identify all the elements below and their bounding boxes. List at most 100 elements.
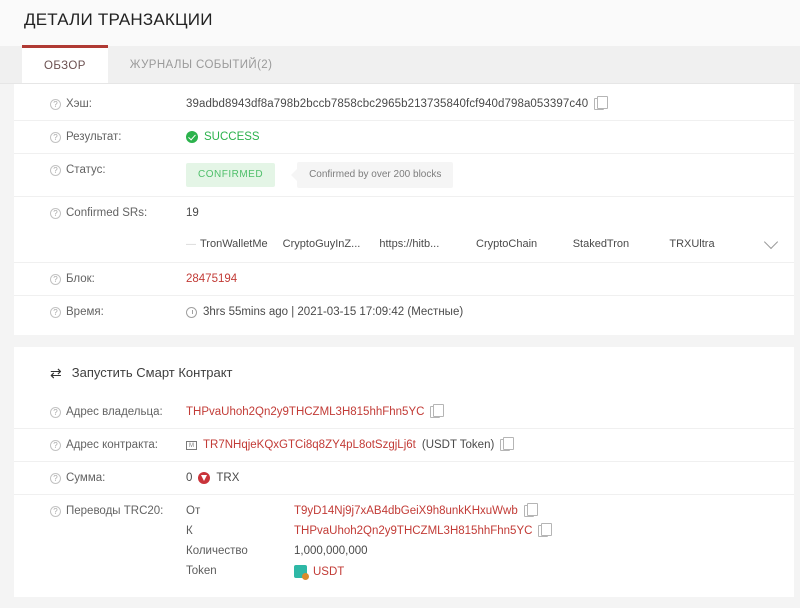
clock-icon bbox=[186, 306, 197, 318]
label-time-text: Время: bbox=[66, 306, 104, 318]
help-icon[interactable]: ? bbox=[50, 273, 61, 285]
row-amount: ? Сумма: 0 TRX bbox=[14, 462, 794, 495]
row-sr-list: — TronWalletMe CryptoGuyInZ... https://h… bbox=[14, 230, 794, 263]
page-title: ДЕТАЛИ ТРАНЗАКЦИИ bbox=[24, 10, 213, 29]
sr-item-label: TRXUltra bbox=[669, 238, 715, 250]
status-badge: CONFIRMED bbox=[186, 163, 276, 187]
label-amount-text: Сумма: bbox=[66, 472, 106, 484]
transfer-token-row: Token USDT bbox=[186, 563, 548, 583]
help-icon[interactable]: ? bbox=[50, 472, 61, 484]
trc20-transfer-details: От T9yD14Nj9j7xAB4dbGeiX9h8unkKHxuWwb К … bbox=[186, 503, 553, 583]
sr-item[interactable]: TRXUltra bbox=[669, 238, 766, 250]
sr-bullet-icon: — bbox=[186, 238, 196, 250]
contract-heading: ⇄ Запустить Смарт Контракт bbox=[14, 361, 794, 396]
trx-token-icon bbox=[198, 472, 211, 484]
label-owner-address-text: Адрес владельца: bbox=[66, 406, 163, 418]
transfer-to-row: К THPvaUhoh2Qn2y9THCZML3H815hhFhn5YC bbox=[186, 523, 553, 543]
label-contract-address: ? Адрес контракта: bbox=[14, 437, 186, 453]
sr-item[interactable]: CryptoChain bbox=[476, 238, 573, 250]
sr-item-label: CryptoGuyInZ... bbox=[282, 238, 361, 250]
copy-icon[interactable] bbox=[538, 523, 553, 537]
transfer-quantity-row: Количество 1,000,000,000 bbox=[186, 543, 548, 563]
sr-item-label: StakedTron bbox=[572, 238, 630, 250]
label-result-text: Результат: bbox=[66, 131, 122, 143]
tab-bar: ОБЗОР ЖУРНАЛЫ СОБЫТИЙ(2) bbox=[0, 45, 800, 84]
block-link[interactable]: 28475194 bbox=[186, 271, 237, 287]
transfer-from-label: От bbox=[186, 505, 201, 517]
tab-overview[interactable]: ОБЗОР bbox=[22, 45, 108, 83]
help-icon[interactable]: ? bbox=[50, 207, 61, 219]
usdt-token-icon bbox=[294, 565, 309, 580]
value-time: 3hrs 55mins ago | 2021-03-15 17:09:42 (М… bbox=[186, 304, 463, 320]
chevron-down-icon[interactable] bbox=[763, 234, 779, 250]
sr-item[interactable]: CryptoGuyInZ... bbox=[283, 238, 380, 250]
value-result: SUCCESS bbox=[186, 129, 260, 145]
contract-heading-label: Запустить Смарт Контракт bbox=[71, 365, 233, 380]
row-hash: ? Хэш: 39adbd8943df8a798b2bccb7858cbc296… bbox=[14, 88, 794, 121]
status-success: SUCCESS bbox=[186, 129, 260, 145]
transfer-quantity-value: 1,000,000,000 bbox=[294, 545, 368, 557]
label-contract-address-text: Адрес контракта: bbox=[66, 439, 158, 451]
transfer-from-row: От T9yD14Nj9j7xAB4dbGeiX9h8unkKHxuWwb bbox=[186, 503, 548, 523]
swap-arrows-icon: ⇄ bbox=[50, 364, 62, 381]
row-result: ? Результат: SUCCESS bbox=[14, 121, 794, 154]
label-confirmed-srs-text: Confirmed SRs: bbox=[66, 207, 148, 219]
owner-address-link[interactable]: THPvaUhoh2Qn2y9THCZML3H815hhFhn5YC bbox=[186, 404, 424, 420]
transfer-to-link[interactable]: THPvaUhoh2Qn2y9THCZML3H815hhFhn5YC bbox=[294, 525, 532, 537]
help-icon[interactable]: ? bbox=[50, 131, 61, 143]
value-contract-address: M TR7NHqjeKQxGTCi8q8ZY4pL8otSzgjLj6t (US… bbox=[186, 437, 515, 453]
copy-icon[interactable] bbox=[594, 96, 609, 110]
label-trc20-transfers: ? Переводы TRC20: bbox=[14, 503, 186, 519]
label-result: ? Результат: bbox=[14, 129, 186, 145]
row-confirmed-srs: ? Confirmed SRs: 19 bbox=[14, 197, 794, 230]
transfer-token-link[interactable]: USDT bbox=[313, 566, 344, 578]
copy-icon[interactable] bbox=[430, 404, 445, 418]
amount-value: 0 bbox=[186, 472, 193, 484]
help-icon[interactable]: ? bbox=[50, 406, 61, 418]
value-block: 28475194 bbox=[186, 271, 237, 287]
copy-icon[interactable] bbox=[500, 437, 515, 451]
transfer-to-value-wrap: THPvaUhoh2Qn2y9THCZML3H815hhFhn5YC bbox=[294, 523, 553, 537]
help-icon[interactable]: ? bbox=[50, 98, 61, 110]
smart-contract-card: ⇄ Запустить Смарт Контракт ? Адрес владе… bbox=[14, 347, 794, 597]
overview-card: ? Хэш: 39adbd8943df8a798b2bccb7858cbc296… bbox=[14, 84, 794, 335]
hash-value: 39adbd8943df8a798b2bccb7858cbc2965b21373… bbox=[186, 98, 589, 110]
sr-item[interactable]: https://hitb... bbox=[379, 238, 476, 250]
transfer-quantity-value-wrap: 1,000,000,000 bbox=[294, 545, 368, 557]
tab-overview-label: ОБЗОР bbox=[44, 59, 86, 72]
row-time: ? Время: 3hrs 55mins ago | 2021-03-15 17… bbox=[14, 296, 794, 329]
confirmed-srs-count: 19 bbox=[186, 207, 199, 219]
tab-event-logs[interactable]: ЖУРНАЛЫ СОБЫТИЙ(2) bbox=[108, 46, 295, 83]
help-icon[interactable]: ? bbox=[50, 164, 61, 176]
sr-item[interactable]: StakedTron bbox=[573, 238, 670, 250]
check-circle-icon bbox=[186, 131, 198, 143]
contract-address-link[interactable]: TR7NHqjeKQxGTCi8q8ZY4pL8otSzgjLj6t bbox=[203, 437, 416, 453]
label-status-text: Статус: bbox=[66, 164, 106, 176]
value-hash: 39adbd8943df8a798b2bccb7858cbc2965b21373… bbox=[186, 96, 609, 112]
transfer-from-value-wrap: T9yD14Nj9j7xAB4dbGeiX9h8unkKHxuWwb bbox=[294, 503, 538, 517]
label-status: ? Статус: bbox=[14, 162, 186, 178]
label-confirmed-srs: ? Confirmed SRs: bbox=[14, 205, 186, 221]
contract-badge-icon: M bbox=[186, 440, 197, 450]
sr-item-label: TronWalletMe bbox=[200, 238, 268, 250]
row-owner-address: ? Адрес владельца: THPvaUhoh2Qn2y9THCZML… bbox=[14, 396, 794, 429]
copy-icon[interactable] bbox=[523, 503, 538, 517]
sr-item[interactable]: — TronWalletMe bbox=[186, 238, 283, 250]
row-status: ? Статус: CONFIRMED Confirmed by over 20… bbox=[14, 154, 794, 197]
label-hash-text: Хэш: bbox=[66, 98, 92, 110]
help-icon[interactable]: ? bbox=[50, 306, 61, 318]
label-hash: ? Хэш: bbox=[14, 96, 186, 112]
sr-list: — TronWalletMe CryptoGuyInZ... https://h… bbox=[186, 234, 794, 250]
value-amount: 0 TRX bbox=[186, 470, 239, 486]
time-value: 3hrs 55mins ago | 2021-03-15 17:09:42 (М… bbox=[203, 306, 464, 318]
help-icon[interactable]: ? bbox=[50, 505, 61, 517]
help-icon[interactable]: ? bbox=[50, 439, 61, 451]
value-status: CONFIRMED Confirmed by over 200 blocks bbox=[186, 162, 454, 188]
transfer-token-label: Token bbox=[186, 565, 217, 577]
transfer-from-link[interactable]: T9yD14Nj9j7xAB4dbGeiX9h8unkKHxuWwb bbox=[294, 505, 518, 517]
value-owner-address: THPvaUhoh2Qn2y9THCZML3H815hhFhn5YC bbox=[186, 404, 445, 420]
sr-item-label: https://hitb... bbox=[379, 238, 440, 250]
transfer-to-label: К bbox=[186, 525, 193, 537]
tab-event-logs-label: ЖУРНАЛЫ СОБЫТИЙ(2) bbox=[129, 58, 273, 71]
contract-address-suffix: (USDT Token) bbox=[421, 439, 495, 451]
